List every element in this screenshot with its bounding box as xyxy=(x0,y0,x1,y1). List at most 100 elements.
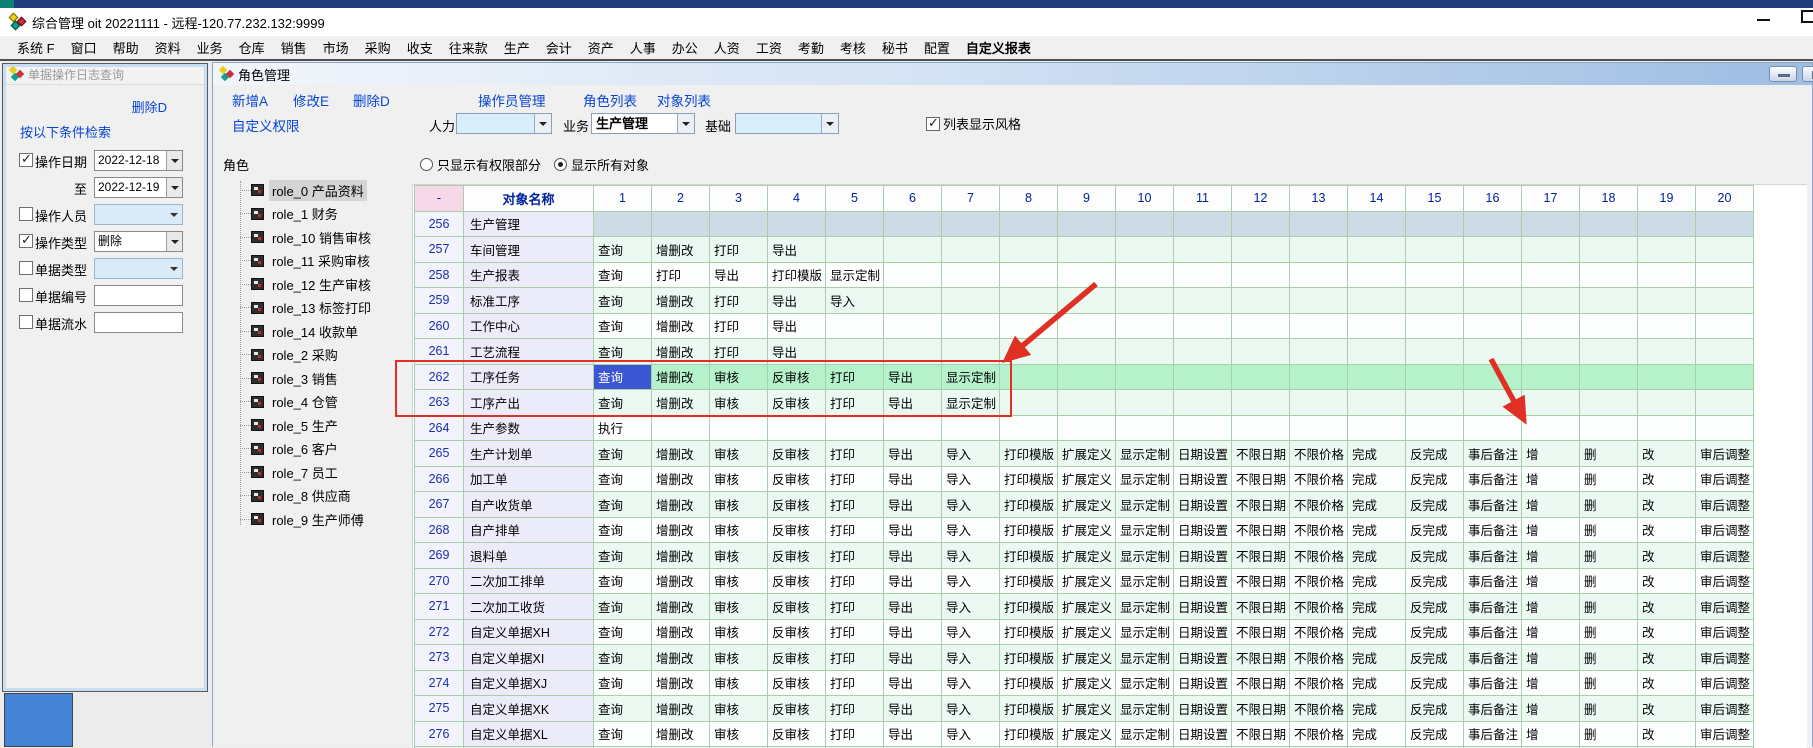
tree-item[interactable]: role_11 采购审核 xyxy=(223,250,373,272)
permission-cell[interactable]: 完成 xyxy=(1348,492,1406,518)
permission-cell[interactable]: 扩展定义 xyxy=(1058,645,1116,671)
permission-cell[interactable]: 导入 xyxy=(942,670,1000,696)
permission-cell[interactable]: 导入 xyxy=(942,441,1000,467)
permission-cell[interactable] xyxy=(1522,313,1580,339)
permission-cell[interactable] xyxy=(1290,237,1348,263)
permission-cell[interactable]: 导出 xyxy=(884,619,942,645)
permission-cell[interactable]: 审后调整 xyxy=(1696,492,1754,518)
permission-cell[interactable] xyxy=(1696,364,1754,390)
permission-cell[interactable]: 审后调整 xyxy=(1696,517,1754,543)
permission-cell[interactable] xyxy=(1348,237,1406,263)
permission-cell[interactable]: 查询 xyxy=(594,288,652,314)
permission-cell[interactable] xyxy=(1522,262,1580,288)
object-name-cell[interactable]: 二次加工收货 xyxy=(464,594,594,620)
permission-cell[interactable]: 审后调整 xyxy=(1696,594,1754,620)
permission-cell[interactable]: 反审核 xyxy=(768,696,826,722)
filter-checkbox[interactable] xyxy=(19,288,33,302)
permission-cell[interactable]: 打印 xyxy=(826,594,884,620)
permission-cell[interactable]: 事后备注 xyxy=(1464,619,1522,645)
permission-cell[interactable] xyxy=(1580,288,1638,314)
permission-cell[interactable]: 查询 xyxy=(594,721,652,747)
permission-cell[interactable] xyxy=(1000,262,1058,288)
permission-cell[interactable] xyxy=(652,211,710,237)
permission-cell[interactable]: 增删改 xyxy=(652,441,710,467)
permission-cell[interactable] xyxy=(1116,237,1174,263)
permission-cell[interactable]: 审核 xyxy=(710,721,768,747)
filter-input[interactable] xyxy=(94,312,183,333)
menu-item[interactable]: 系统 F xyxy=(9,36,63,59)
permission-cell[interactable] xyxy=(1406,415,1464,441)
permission-cell[interactable] xyxy=(1116,364,1174,390)
permission-cell[interactable]: 删 xyxy=(1580,517,1638,543)
menu-item[interactable]: 配置 xyxy=(916,36,958,59)
permission-cell[interactable] xyxy=(1290,390,1348,416)
object-name-cell[interactable]: 自产收货单 xyxy=(464,492,594,518)
permission-cell[interactable] xyxy=(826,211,884,237)
permission-cell[interactable]: 删 xyxy=(1580,466,1638,492)
permission-cell[interactable] xyxy=(1290,415,1348,441)
permission-cell[interactable] xyxy=(1464,211,1522,237)
permission-cell[interactable]: 日期设置 xyxy=(1174,543,1232,569)
operator-mgmt-link[interactable]: 操作员管理 xyxy=(478,90,546,110)
permission-cell[interactable]: 导出 xyxy=(884,594,942,620)
permission-cell[interactable] xyxy=(1058,390,1116,416)
permission-cell[interactable] xyxy=(1000,415,1058,441)
permission-cell[interactable] xyxy=(1174,415,1232,441)
maximize-icon[interactable] xyxy=(1801,10,1813,23)
permission-cell[interactable] xyxy=(1406,390,1464,416)
permission-cell[interactable] xyxy=(1232,211,1290,237)
permission-cell[interactable] xyxy=(1696,262,1754,288)
permission-cell[interactable]: 不限价格 xyxy=(1290,619,1348,645)
menu-item[interactable]: 市场 xyxy=(315,36,357,59)
permission-cell[interactable] xyxy=(884,237,942,263)
permission-cell[interactable]: 反审核 xyxy=(768,517,826,543)
permission-cell[interactable]: 打印 xyxy=(826,543,884,569)
permission-cell[interactable]: 查询 xyxy=(594,492,652,518)
permission-cell[interactable] xyxy=(1406,262,1464,288)
permission-cell[interactable] xyxy=(884,288,942,314)
permission-cell[interactable]: 打印模版 xyxy=(768,262,826,288)
permission-cell[interactable]: 增删改 xyxy=(652,594,710,620)
permission-cell[interactable]: 不限日期 xyxy=(1232,568,1290,594)
permission-cell[interactable]: 显示定制 xyxy=(1116,619,1174,645)
permission-cell[interactable]: 查询 xyxy=(594,466,652,492)
permission-cell[interactable]: 不限价格 xyxy=(1290,721,1348,747)
object-name-cell[interactable]: 自定义单据XK xyxy=(464,696,594,722)
hr-combo-arrow-icon[interactable] xyxy=(534,114,551,133)
tree-item[interactable]: role_13 标签打印 xyxy=(223,297,374,319)
permission-cell[interactable]: 事后备注 xyxy=(1464,594,1522,620)
permission-cell[interactable] xyxy=(1464,390,1522,416)
permission-cell[interactable]: 完成 xyxy=(1348,721,1406,747)
permission-cell[interactable]: 审核 xyxy=(710,390,768,416)
permission-cell[interactable]: 增删改 xyxy=(652,670,710,696)
permission-cell[interactable]: 不限日期 xyxy=(1232,517,1290,543)
permission-cell[interactable]: 导入 xyxy=(942,492,1000,518)
permission-cell[interactable]: 事后备注 xyxy=(1464,670,1522,696)
dropdown-arrow-icon[interactable] xyxy=(166,178,182,197)
permission-cell[interactable] xyxy=(1522,339,1580,365)
permission-cell[interactable]: 删 xyxy=(1580,492,1638,518)
custom-permission-link[interactable]: 自定义权限 xyxy=(232,115,300,135)
permission-cell[interactable] xyxy=(1348,313,1406,339)
list-style-checkbox-box[interactable] xyxy=(926,117,940,131)
permission-cell[interactable]: 增删改 xyxy=(652,721,710,747)
permission-cell[interactable]: 改 xyxy=(1638,492,1696,518)
permission-cell[interactable]: 审核 xyxy=(710,594,768,620)
permission-cell[interactable] xyxy=(884,339,942,365)
permission-cell[interactable] xyxy=(1000,237,1058,263)
permission-cell[interactable] xyxy=(1406,313,1464,339)
permission-cell[interactable] xyxy=(1638,313,1696,339)
permission-cell[interactable]: 增 xyxy=(1522,670,1580,696)
object-name-cell[interactable]: 车间管理 xyxy=(464,237,594,263)
permission-cell[interactable] xyxy=(826,339,884,365)
permission-cell[interactable] xyxy=(594,211,652,237)
base-combo[interactable] xyxy=(735,113,839,134)
permission-cell[interactable] xyxy=(1406,288,1464,314)
permission-cell[interactable] xyxy=(1580,262,1638,288)
permission-cell[interactable] xyxy=(1290,211,1348,237)
permission-cell[interactable]: 不限日期 xyxy=(1232,492,1290,518)
permission-cell[interactable]: 打印 xyxy=(826,517,884,543)
menu-item[interactable]: 秘书 xyxy=(874,36,916,59)
permission-cell[interactable] xyxy=(1058,262,1116,288)
permission-cell[interactable]: 增删改 xyxy=(652,645,710,671)
